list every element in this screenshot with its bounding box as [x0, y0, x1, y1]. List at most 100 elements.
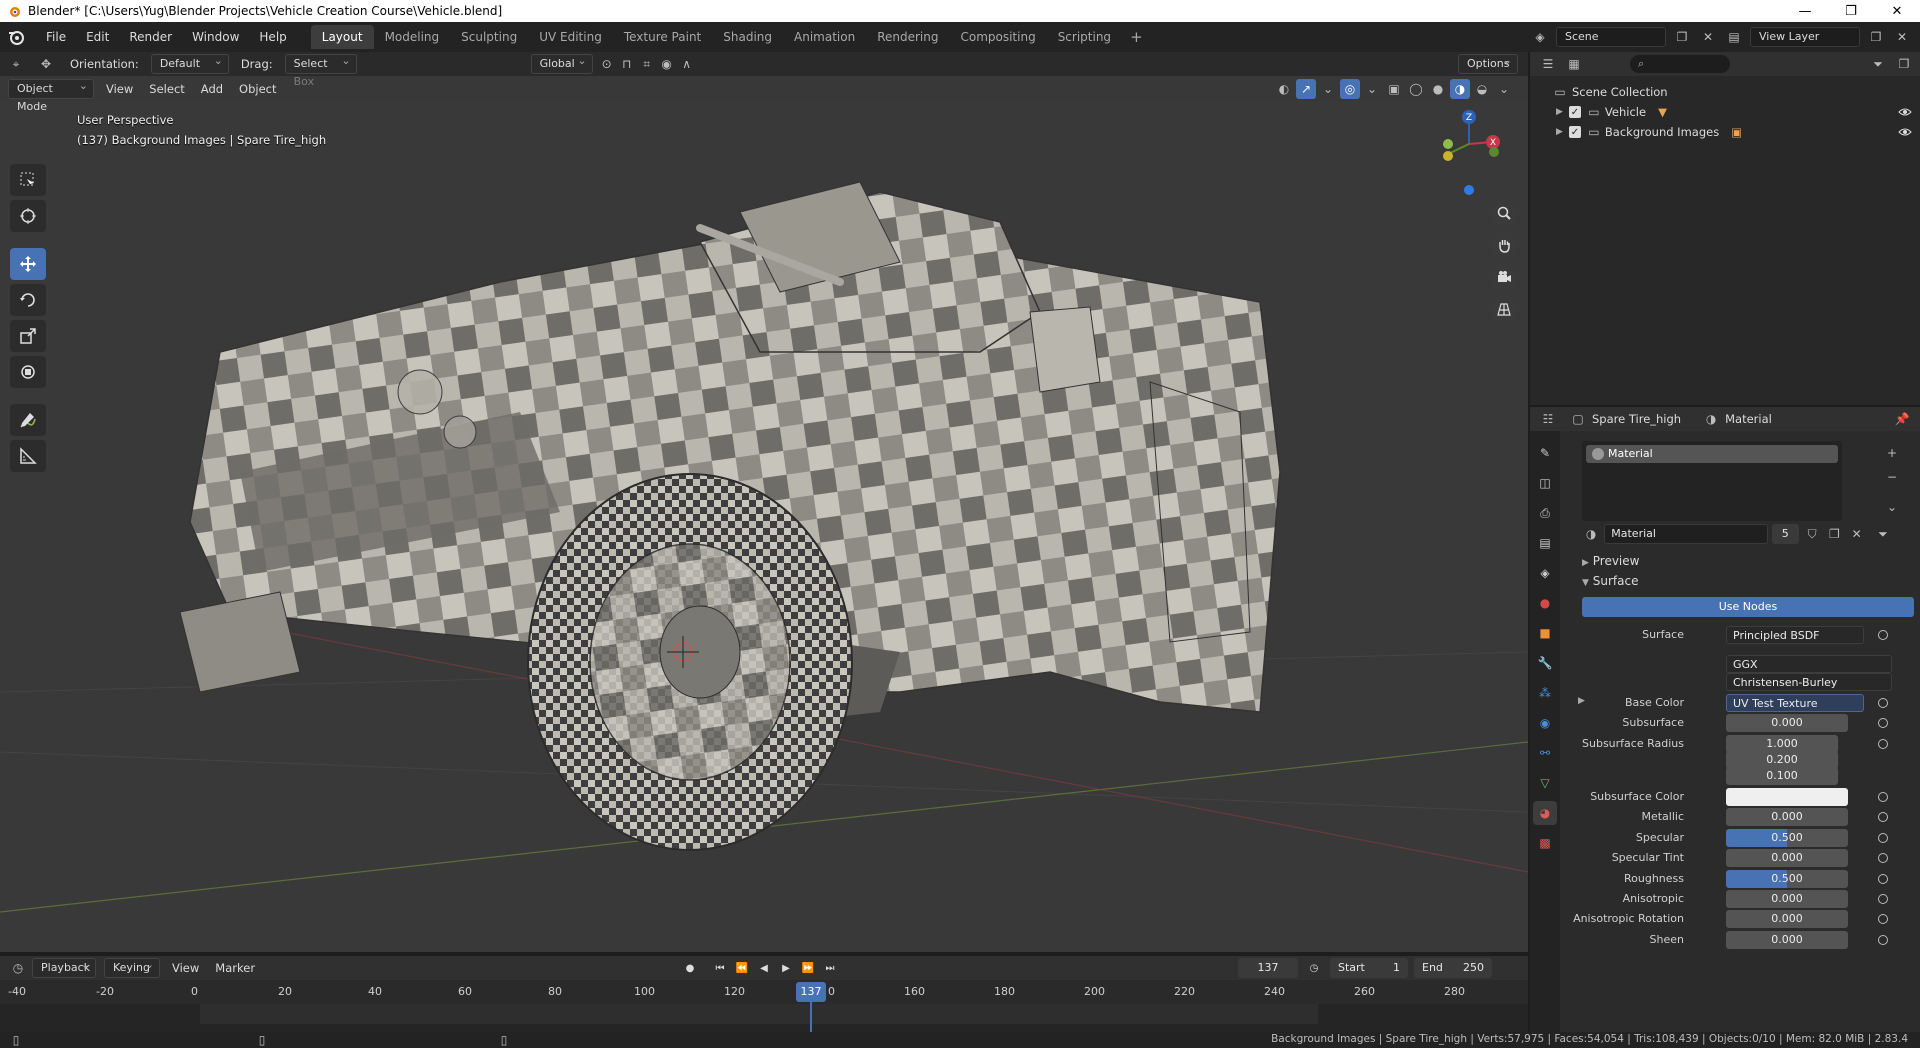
menu-window[interactable]: Window	[182, 26, 249, 48]
preview-range-icon[interactable]: ◷	[1304, 958, 1324, 978]
add-workspace-icon[interactable]: +	[1122, 28, 1151, 46]
camera-view-icon[interactable]	[1490, 264, 1518, 290]
physics-tab-icon[interactable]: ◉	[1533, 711, 1557, 735]
tab-animation[interactable]: Animation	[783, 25, 866, 49]
modifier-tab-icon[interactable]: 🔧	[1533, 651, 1557, 675]
view-layer-tab-icon[interactable]: ▤	[1533, 531, 1557, 555]
socket-dot-icon[interactable]	[1878, 739, 1888, 749]
surface-panel-header[interactable]: ▼ Surface	[1582, 571, 1638, 591]
record-icon[interactable]: ●	[680, 958, 700, 978]
view-layer-field[interactable]: View Layer	[1750, 27, 1860, 47]
editor-type-icon[interactable]: ⌖	[6, 54, 26, 74]
viewport-menu-view[interactable]: View	[98, 79, 141, 99]
measure-tool[interactable]	[10, 440, 46, 472]
wireframe-shading-icon[interactable]: ◯	[1406, 79, 1426, 99]
timeline-editor-type-icon[interactable]: ◷	[8, 958, 28, 978]
zoom-icon[interactable]	[1490, 200, 1518, 226]
play-reverse-icon[interactable]: ◀	[754, 958, 774, 978]
play-icon[interactable]: ▶	[776, 958, 796, 978]
select-box-tool[interactable]	[10, 164, 46, 196]
expand-arrow-icon[interactable]: ▶	[1556, 127, 1563, 137]
jump-keyframe-forward-icon[interactable]: ⏩	[798, 958, 818, 978]
render-tab-icon[interactable]: ◫	[1533, 471, 1557, 495]
solid-shading-icon[interactable]: ●	[1428, 79, 1448, 99]
tool-tab-icon[interactable]: ✎	[1533, 441, 1557, 465]
delete-scene-icon[interactable]: ✕	[1698, 27, 1718, 47]
overlay-menu-icon[interactable]: ⌄	[1362, 79, 1382, 99]
filter-icon[interactable]: ⏷	[1868, 54, 1888, 74]
end-frame-field[interactable]: End 250	[1414, 958, 1492, 978]
slot-specials-icon[interactable]: ⌄	[1882, 497, 1902, 517]
jump-start-icon[interactable]: ⏮	[710, 958, 730, 978]
gizmo-menu-icon[interactable]: ⌄	[1318, 79, 1338, 99]
socket-dot-icon[interactable]	[1878, 630, 1888, 640]
material-shading-icon[interactable]: ◑	[1450, 79, 1470, 99]
keying-menu[interactable]: Keying	[104, 956, 160, 978]
current-frame-field[interactable]: 137	[1238, 958, 1298, 978]
sheen-slider[interactable]: 0.000	[1726, 931, 1848, 949]
move-tool-icon[interactable]: ✥	[36, 54, 56, 74]
subsurface-radius-z[interactable]: 0.100	[1726, 767, 1838, 785]
link-options-icon[interactable]: ⏷	[1874, 524, 1892, 544]
tab-sculpting[interactable]: Sculpting	[450, 25, 528, 49]
pin-icon[interactable]: 📌	[1892, 409, 1912, 429]
new-view-layer-icon[interactable]: ❐	[1866, 27, 1886, 47]
tab-uv-editing[interactable]: UV Editing	[528, 25, 613, 49]
transform-space-dropdown[interactable]: Global	[530, 52, 593, 74]
socket-dot-icon[interactable]	[1878, 853, 1888, 863]
falloff-icon[interactable]: ∧	[677, 54, 697, 74]
close-window-button[interactable]: ✕	[1874, 0, 1920, 22]
playback-menu[interactable]: Playback	[32, 956, 96, 978]
pan-hand-icon[interactable]	[1490, 232, 1518, 258]
socket-dot-icon[interactable]	[1878, 833, 1888, 843]
transform-tool[interactable]	[10, 356, 46, 388]
menu-file[interactable]: File	[36, 26, 76, 48]
new-collection-icon[interactable]: ❐	[1894, 54, 1914, 74]
snap-icon[interactable]: ⊓	[617, 54, 637, 74]
texture-tab-icon[interactable]: ▩	[1533, 831, 1557, 855]
playhead-frame-label[interactable]: 137	[796, 982, 826, 1002]
anisotropic-rotation-slider[interactable]: 0.000	[1726, 910, 1848, 928]
start-frame-field[interactable]: Start 1	[1330, 958, 1408, 978]
menu-edit[interactable]: Edit	[76, 26, 119, 48]
outliner-search-input[interactable]: ⌕	[1630, 55, 1730, 73]
material-slot-list[interactable]: Material	[1582, 441, 1842, 521]
metallic-slider[interactable]: 0.000	[1726, 808, 1848, 826]
snap-target-icon[interactable]: ⌗	[637, 54, 657, 74]
timeline-menu-view[interactable]: View	[164, 958, 207, 978]
include-checkbox[interactable]: ✓	[1568, 126, 1581, 138]
menu-help[interactable]: Help	[249, 26, 296, 48]
properties-editor[interactable]: ☷ ▢ Spare Tire_high ◑ Material 📌 ✎ ◫ ⎙ ▤…	[1530, 407, 1920, 1032]
ortho-perspective-icon[interactable]	[1490, 296, 1518, 322]
display-mode-icon[interactable]: ▦	[1564, 54, 1584, 74]
expand-arrow-icon[interactable]: ▶	[1556, 107, 1563, 117]
specular-slider[interactable]: 0.500	[1726, 829, 1848, 847]
socket-dot-icon[interactable]	[1878, 792, 1888, 802]
unlink-material-icon[interactable]: ✕	[1847, 524, 1865, 544]
constraints-tab-icon[interactable]: ⚯	[1533, 741, 1557, 765]
fake-user-icon[interactable]: ⛉	[1803, 524, 1821, 544]
subsurface-slider[interactable]: 0.000	[1726, 714, 1848, 732]
subsurface-color-swatch[interactable]	[1726, 788, 1848, 806]
socket-dot-icon[interactable]	[1878, 718, 1888, 728]
duplicate-material-icon[interactable]: ❐	[1825, 524, 1843, 544]
scene-collection-row[interactable]: ▭ Scene Collection	[1530, 82, 1920, 102]
options-dropdown[interactable]: Options	[1458, 52, 1518, 74]
rendered-shading-icon[interactable]: ◒	[1472, 79, 1492, 99]
overlay-toggle-icon[interactable]: ◎	[1340, 79, 1360, 99]
viewport-menu-object[interactable]: Object	[231, 79, 284, 99]
include-checkbox[interactable]: ✓	[1568, 106, 1581, 118]
3d-viewport[interactable]: ⌖ ✥ Orientation: Default Drag: Select Bo…	[0, 52, 1528, 952]
timeline-menu-marker[interactable]: Marker	[207, 958, 263, 978]
outliner-editor-type-icon[interactable]: ☰	[1538, 54, 1558, 74]
orientation-dropdown[interactable]: Default	[150, 52, 229, 74]
scale-tool[interactable]	[10, 320, 46, 352]
rotate-tool[interactable]	[10, 284, 46, 316]
scene-field[interactable]: Scene	[1556, 27, 1666, 47]
scene-icon[interactable]: ◈	[1530, 27, 1550, 47]
proportional-edit-icon[interactable]: ◉	[657, 54, 677, 74]
object-tab-icon[interactable]: ■	[1533, 621, 1557, 645]
particles-tab-icon[interactable]: ⁂	[1533, 681, 1557, 705]
viewport-menu-add[interactable]: Add	[193, 79, 231, 99]
tab-scripting[interactable]: Scripting	[1047, 25, 1122, 49]
